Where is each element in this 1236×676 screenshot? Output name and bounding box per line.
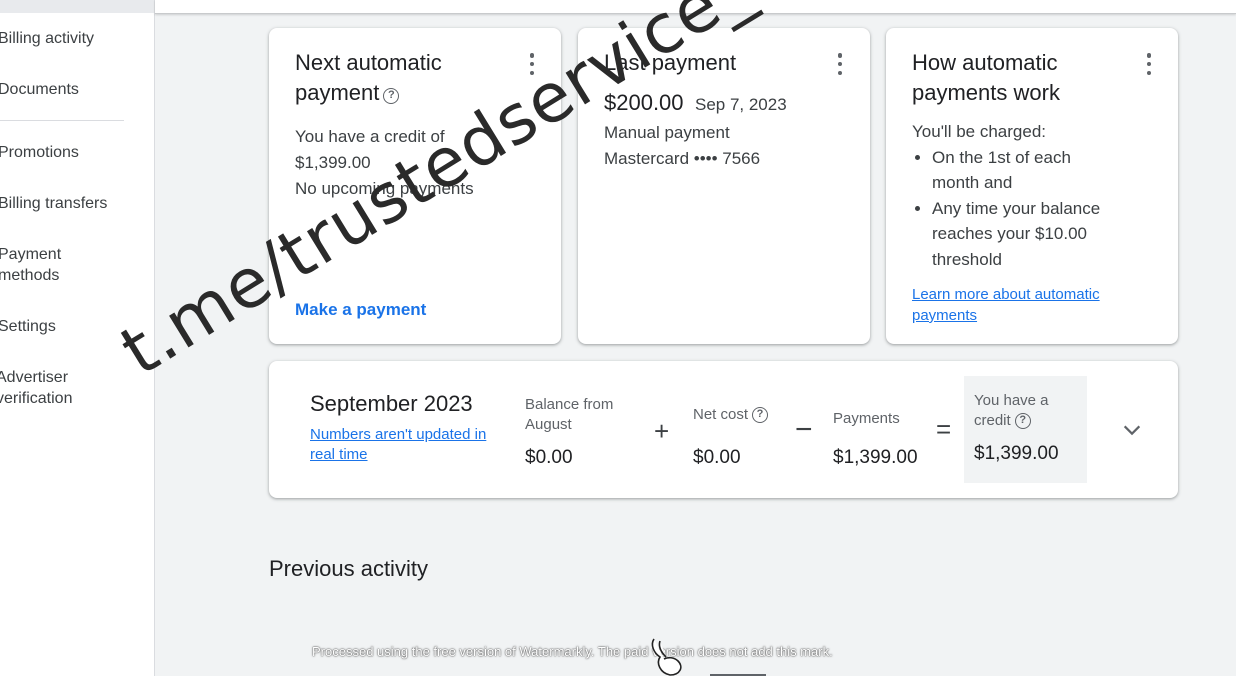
rabbit-logo-icon (651, 638, 682, 676)
how-it-works-title: How automatic payments work (912, 50, 1060, 105)
last-payment-amount-row: $200.00 Sep 7, 2023 (604, 90, 787, 116)
last-payment-details: Manual payment Mastercard •••• 7566 (604, 120, 760, 172)
last-payment-card: Last payment $200.00 Sep 7, 2023 Manual … (578, 28, 870, 344)
help-icon[interactable]: ? (383, 88, 400, 104)
equals-icon: = (936, 414, 952, 444)
sidebar-active-item[interactable] (0, 0, 154, 13)
sidebar-item-billing-transfers[interactable]: Billing transfers (0, 193, 107, 214)
next-payment-details: You have a credit of $1,399.00 No upcomi… (295, 124, 535, 202)
sidebar-item-settings[interactable]: Settings (0, 316, 56, 337)
next-payment-title: Next automatic payment? (295, 50, 442, 105)
payments-block: Payments $1,399.00 (833, 410, 918, 468)
balance-block: Balance from August $0.00 (525, 396, 614, 468)
how-it-works-card: How automatic payments work You'll be ch… (886, 28, 1178, 344)
sidebar-item-advertiser-verification[interactable]: Advertiser verification (0, 367, 96, 409)
net-cost-block: Net cost? $0.00 (693, 405, 803, 469)
expand-chevron-icon[interactable] (1121, 419, 1143, 441)
charge-rules-list: On the 1st of each month and Any time yo… (912, 145, 1152, 273)
make-payment-link[interactable]: Make a payment (295, 300, 426, 320)
summary-month: September 2023 (310, 391, 473, 416)
monthly-summary-card: September 2023 Numbers aren't updated in… (269, 361, 1178, 498)
sidebar-nav: Billing activity Documents Promotions Bi… (0, 0, 155, 676)
previous-activity-title: Previous activity (269, 556, 428, 581)
last-payment-title: Last payment (604, 50, 737, 75)
payment-method: Mastercard •••• 7566 (604, 149, 761, 168)
help-icon[interactable]: ? (1014, 413, 1031, 429)
more-vert-icon[interactable] (1142, 53, 1156, 75)
payment-type: Manual payment (604, 123, 730, 142)
sidebar-item-payment-methods[interactable]: Payment methods (0, 244, 88, 286)
help-icon[interactable]: ? (752, 407, 769, 423)
plus-icon: + (654, 416, 670, 446)
how-it-works-details: You'll be charged: On the 1st of each mo… (912, 119, 1152, 272)
realtime-note-link[interactable]: Numbers aren't updated in real time (310, 425, 495, 465)
credit-block: You have a credit? $1,399.00 (964, 376, 1087, 483)
last-payment-amount: $200.00 (604, 90, 684, 115)
sidebar-divider (0, 120, 124, 121)
sidebar-item-promotions[interactable]: Promotions (0, 142, 79, 163)
learn-more-link[interactable]: Learn more about automatic payments (912, 284, 1132, 326)
credit-amount: $1,399.00 (295, 153, 371, 172)
sidebar-item-billing-activity[interactable]: Billing activity (0, 28, 94, 49)
top-app-bar (155, 0, 1236, 14)
sidebar-item-documents[interactable]: Documents (0, 79, 79, 100)
next-payment-card: Next automatic payment? You have a credi… (269, 28, 561, 344)
more-vert-icon[interactable] (525, 53, 539, 75)
minus-icon: − (795, 413, 813, 446)
last-payment-date: Sep 7, 2023 (694, 95, 787, 114)
watermarkly-notice: Processed using the free version of Wate… (312, 644, 833, 659)
more-vert-icon[interactable] (833, 53, 847, 75)
